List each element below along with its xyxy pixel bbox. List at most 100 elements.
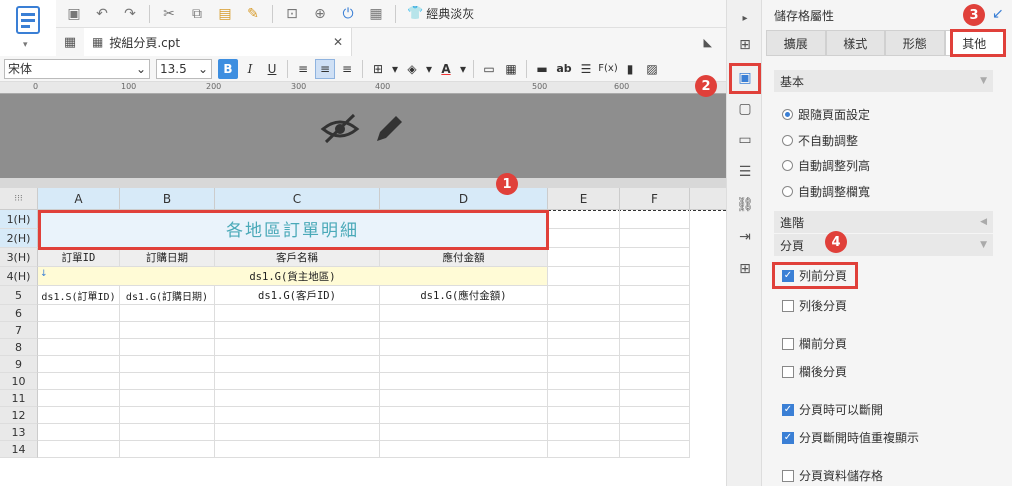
cut-icon[interactable]: ✂ <box>157 3 181 25</box>
header-cell-order-id[interactable]: 訂單ID <box>38 248 120 267</box>
save-icon[interactable]: ▣ <box>62 3 86 25</box>
chevron-down-icon[interactable]: ▾ <box>390 59 400 79</box>
font-family-select[interactable]: 宋体 ⌄ <box>4 58 150 79</box>
radio-auto-row-height[interactable]: 自動調整列高 <box>782 157 870 174</box>
row-header-13[interactable]: 13 <box>0 424 38 441</box>
undo-icon[interactable]: ↶ <box>90 3 114 25</box>
empty-cell[interactable] <box>620 267 690 286</box>
grid-layout-icon[interactable]: ⊞ <box>733 257 757 281</box>
radio-follow-page[interactable]: 跟隨頁面設定 <box>782 106 870 123</box>
italic-button[interactable]: I <box>240 59 260 79</box>
row-header-12[interactable]: 12 <box>0 407 38 424</box>
font-color-icon[interactable]: A <box>436 59 456 79</box>
image-icon[interactable]: ▨ <box>642 59 662 79</box>
column-header-c[interactable]: C <box>215 188 380 210</box>
radio-auto-col-width[interactable]: 自動調整欄寬 <box>782 183 870 200</box>
data-cell-order-date[interactable]: ds1.G(訂購日期) <box>120 286 215 305</box>
font-size-select[interactable]: 13.5 ⌄ <box>156 58 212 79</box>
chart-icon[interactable]: ▮ <box>620 59 640 79</box>
insert-text-icon[interactable]: ▬ <box>532 59 552 79</box>
grid-icon[interactable]: ▦ <box>56 35 84 50</box>
empty-cell[interactable] <box>620 286 690 305</box>
empty-cell[interactable] <box>620 248 690 267</box>
data-cell-amount[interactable]: ds1.G(應付金額) <box>380 286 548 305</box>
frame-icon[interactable]: ▢ <box>733 97 757 121</box>
select-all-corner[interactable]: ⁝⁝⁝ <box>0 188 38 210</box>
import-icon[interactable]: ⇥ <box>733 225 757 249</box>
underline-button[interactable]: U <box>262 59 282 79</box>
header-cell-amount[interactable]: 應付金額 <box>380 248 548 267</box>
checkbox-col-break-after[interactable]: 欄後分頁 <box>782 363 847 380</box>
row-header-4[interactable]: 4(H) <box>0 267 38 286</box>
link-icon[interactable]: ⛓ <box>733 193 757 217</box>
redo-icon[interactable]: ↷ <box>118 3 142 25</box>
checkbox-paging-data-cell[interactable]: 分頁資料儲存格 <box>782 467 883 484</box>
empty-cell[interactable] <box>548 210 620 229</box>
chevron-down-icon[interactable]: ▾ <box>458 59 468 79</box>
empty-cell[interactable] <box>548 286 620 305</box>
bold-button[interactable]: B <box>218 58 238 79</box>
border-icon[interactable]: ⊞ <box>368 59 388 79</box>
web-icon[interactable]: ⊕ <box>308 3 332 25</box>
row-header-8[interactable]: 8 <box>0 339 38 356</box>
data-cell-customer[interactable]: ds1.G(客戶ID) <box>215 286 380 305</box>
tab-form[interactable]: 形態 <box>885 30 945 56</box>
copy-icon[interactable]: ⧉ <box>185 3 209 25</box>
format-painter-icon[interactable]: ✎ <box>241 3 265 25</box>
header-cell-order-date[interactable]: 訂購日期 <box>120 248 215 267</box>
row-header-6[interactable]: 6 <box>0 305 38 322</box>
layers-icon[interactable]: ☰ <box>733 160 757 184</box>
formula-icon[interactable]: F(x) <box>598 59 618 79</box>
export-icon[interactable]: ▦ <box>364 3 388 25</box>
insert-ab-icon[interactable]: ab <box>554 59 574 79</box>
empty-cell[interactable] <box>548 267 620 286</box>
empty-rows[interactable] <box>38 305 690 458</box>
checkbox-row-break-after[interactable]: 列後分頁 <box>782 297 847 314</box>
checkbox-repeat-on-break[interactable]: ✓ 分頁斷開時值重複顯示 <box>782 429 919 446</box>
empty-cell[interactable] <box>548 229 620 248</box>
column-header-b[interactable]: B <box>120 188 215 210</box>
paste-icon[interactable]: ▤ <box>213 3 237 25</box>
align-right-icon[interactable]: ≡ <box>337 59 357 79</box>
table-icon[interactable]: ▦ <box>501 59 521 79</box>
empty-cell[interactable] <box>620 210 690 229</box>
empty-cell[interactable] <box>620 229 690 248</box>
app-logo-icon[interactable] <box>16 6 40 36</box>
row-header-1[interactable]: 1(H) <box>0 210 38 229</box>
tab-style[interactable]: 樣式 <box>825 30 885 56</box>
checkbox-breakable[interactable]: ✓ 分頁時可以斷開 <box>782 401 883 418</box>
group-cell[interactable]: ds1.G(貨主地區) <box>38 267 548 286</box>
splitter[interactable] <box>0 178 726 188</box>
widget-icon[interactable]: ▭ <box>733 128 757 152</box>
column-header-a[interactable]: A <box>38 188 120 210</box>
row-header-9[interactable]: 9 <box>0 356 38 373</box>
align-center-icon[interactable]: ≡ <box>315 58 335 79</box>
row-header-10[interactable]: 10 <box>0 373 38 390</box>
preview-icon[interactable]: ⊡ <box>280 3 304 25</box>
collapse-arrow-icon[interactable]: ▸ <box>733 6 757 30</box>
section-paging[interactable]: 分頁 ▼ <box>774 234 993 256</box>
section-advanced[interactable]: 進階 ◀ <box>774 211 993 233</box>
pin-icon[interactable]: ↙ <box>992 6 1004 22</box>
row-header-5[interactable]: 5 <box>0 286 38 305</box>
insert-paragraph-icon[interactable]: ☰ <box>576 59 596 79</box>
chevron-down-icon[interactable]: ▾ <box>23 40 28 50</box>
theme-button[interactable]: 👕 經典淡灰 <box>407 5 474 22</box>
column-header-e[interactable]: E <box>548 188 620 210</box>
row-header-3[interactable]: 3(H) <box>0 248 38 267</box>
plugin-icon[interactable]: ⏻ <box>336 3 360 25</box>
chevron-down-icon[interactable]: ▾ <box>424 59 434 79</box>
column-header-f[interactable]: F <box>620 188 690 210</box>
tab-expand[interactable]: 擴展 <box>766 30 826 56</box>
section-basic[interactable]: 基本 ▼ <box>774 70 993 92</box>
column-header-d[interactable]: D <box>380 188 548 210</box>
close-icon[interactable]: ✕ <box>333 35 343 49</box>
header-cell-customer[interactable]: 客戶名稱 <box>215 248 380 267</box>
row-header-7[interactable]: 7 <box>0 322 38 339</box>
empty-cell[interactable] <box>548 248 620 267</box>
eye-off-icon[interactable] <box>320 112 360 146</box>
pencil-icon[interactable] <box>372 112 406 146</box>
data-cell-order-id[interactable]: ds1.S(訂單ID) <box>38 286 120 305</box>
row-header-11[interactable]: 11 <box>0 390 38 407</box>
merge-cells-icon[interactable]: ▭ <box>479 59 499 79</box>
